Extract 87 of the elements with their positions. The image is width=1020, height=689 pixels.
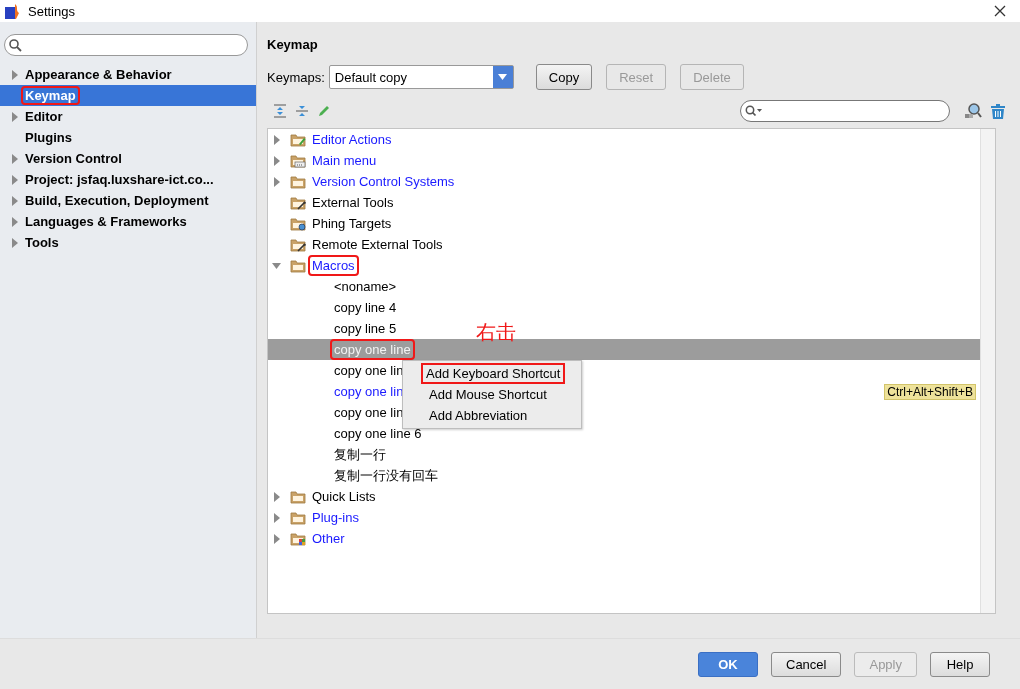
sidebar-item[interactable]: Languages & Frameworks [0, 211, 256, 232]
tree-label: copy line 5 [333, 320, 398, 337]
expanded-arrow-icon[interactable] [272, 260, 282, 271]
sidebar-item[interactable]: Project: jsfaq.luxshare-ict.co... [0, 169, 256, 190]
menu-item-label: Add Mouse Shortcut [428, 386, 548, 403]
sidebar-label: Plugins [24, 130, 73, 145]
sidebar-label: Languages & Frameworks [24, 214, 188, 229]
folder-icon [290, 173, 306, 190]
scrollbar-track[interactable] [980, 129, 995, 613]
menu-item[interactable]: Add Abbreviation [403, 405, 581, 426]
folder-menu-icon [290, 152, 306, 169]
folder-gear-icon [290, 215, 306, 232]
dropdown-caret-icon [498, 74, 508, 80]
menu-item[interactable]: Add Keyboard Shortcut [403, 363, 581, 384]
keymaps-label: Keymaps: [267, 69, 325, 85]
dialog-button[interactable]: Cancel [771, 651, 842, 677]
sidebar-item[interactable]: Build, Execution, Deployment [0, 190, 256, 211]
folder-icon [290, 488, 306, 505]
search-icon [745, 105, 763, 117]
sidebar-item[interactable]: Editor [0, 106, 256, 127]
collapsed-arrow-icon[interactable] [272, 155, 282, 166]
collapsed-arrow-icon[interactable] [10, 195, 20, 206]
tree-label: Version Control Systems [311, 173, 456, 190]
menu-item-label: Add Keyboard Shortcut [423, 365, 564, 382]
shortcut-badge: Ctrl+Alt+Shift+B [884, 383, 976, 400]
sidebar-item[interactable]: Version Control [0, 148, 256, 169]
dialog-button[interactable]: Help [930, 651, 990, 677]
tree-label: Phing Targets [311, 215, 393, 232]
menu-item-label: Add Abbreviation [428, 407, 529, 424]
tree-label: copy one line 6 [333, 425, 423, 442]
sidebar-label: Tools [24, 235, 60, 250]
collapsed-arrow-icon[interactable] [10, 216, 20, 227]
collapsed-arrow-icon[interactable] [272, 512, 282, 523]
search-icon [9, 38, 22, 52]
folder-icon [290, 257, 306, 274]
keymap-action-button[interactable]: Copy [535, 64, 593, 90]
tree-label: Macros [310, 257, 357, 274]
collapsed-arrow-icon[interactable] [272, 491, 282, 502]
collapsed-arrow-icon[interactable] [10, 174, 20, 185]
tree-label: Editor Actions [311, 131, 393, 148]
tree-label: <noname> [333, 278, 398, 295]
tree-label: 复制一行没有回车 [333, 466, 439, 485]
dialog-button[interactable]: OK [698, 651, 758, 677]
tree-label: copy line 4 [333, 299, 398, 316]
filter-search-field[interactable] [740, 100, 950, 122]
sidebar-item[interactable]: Appearance & Behavior [0, 64, 256, 85]
collapsed-arrow-icon[interactable] [272, 176, 282, 187]
app-logo-icon [4, 2, 22, 20]
trash-icon[interactable] [990, 102, 1006, 120]
pencil-icon[interactable] [317, 104, 331, 118]
tree-label: 复制一行 [333, 445, 387, 464]
page-title: Keymap [267, 35, 319, 54]
sidebar-label: Project: jsfaq.luxshare-ict.co... [24, 172, 215, 187]
folder-blocks-icon [290, 530, 306, 547]
menu-item[interactable]: Add Mouse Shortcut [403, 384, 581, 405]
close-icon[interactable] [994, 5, 1006, 17]
sidebar-item[interactable]: Tools [0, 232, 256, 253]
sidebar-label: Version Control [24, 151, 123, 166]
find-shortcut-icon[interactable] [964, 102, 982, 120]
sidebar-item[interactable]: Keymap [0, 85, 256, 106]
sidebar-label: Appearance & Behavior [24, 67, 173, 82]
tree-label: Plug-ins [311, 509, 360, 526]
collapsed-arrow-icon[interactable] [272, 134, 282, 145]
tree-label: copy one line [332, 341, 413, 358]
tree-label: Main menu [311, 152, 378, 169]
expand-all-icon[interactable] [273, 104, 287, 118]
collapsed-arrow-icon[interactable] [10, 153, 20, 164]
sidebar-label: Keymap [23, 88, 78, 103]
tree-label: Quick Lists [311, 488, 377, 505]
folder-wrench-icon [290, 236, 306, 253]
window-title: Settings [28, 3, 76, 19]
tree-label: Other [311, 530, 346, 547]
collapsed-arrow-icon[interactable] [10, 237, 20, 248]
search-field[interactable] [4, 34, 248, 56]
tree-label: Remote External Tools [311, 236, 444, 253]
folder-icon [290, 509, 306, 526]
collapse-all-icon[interactable] [295, 104, 309, 118]
sidebar-item[interactable]: Plugins [0, 127, 256, 148]
collapsed-arrow-icon[interactable] [10, 69, 20, 80]
tree-label: External Tools [311, 194, 395, 211]
folder-wrench-icon [290, 194, 306, 211]
sidebar-label: Editor [24, 109, 64, 124]
folder-pencil-icon [290, 131, 306, 148]
keymap-dropdown[interactable]: Default copy [328, 65, 514, 89]
collapsed-arrow-icon[interactable] [272, 533, 282, 544]
sidebar-label: Build, Execution, Deployment [24, 193, 210, 208]
collapsed-arrow-icon[interactable] [10, 111, 20, 122]
